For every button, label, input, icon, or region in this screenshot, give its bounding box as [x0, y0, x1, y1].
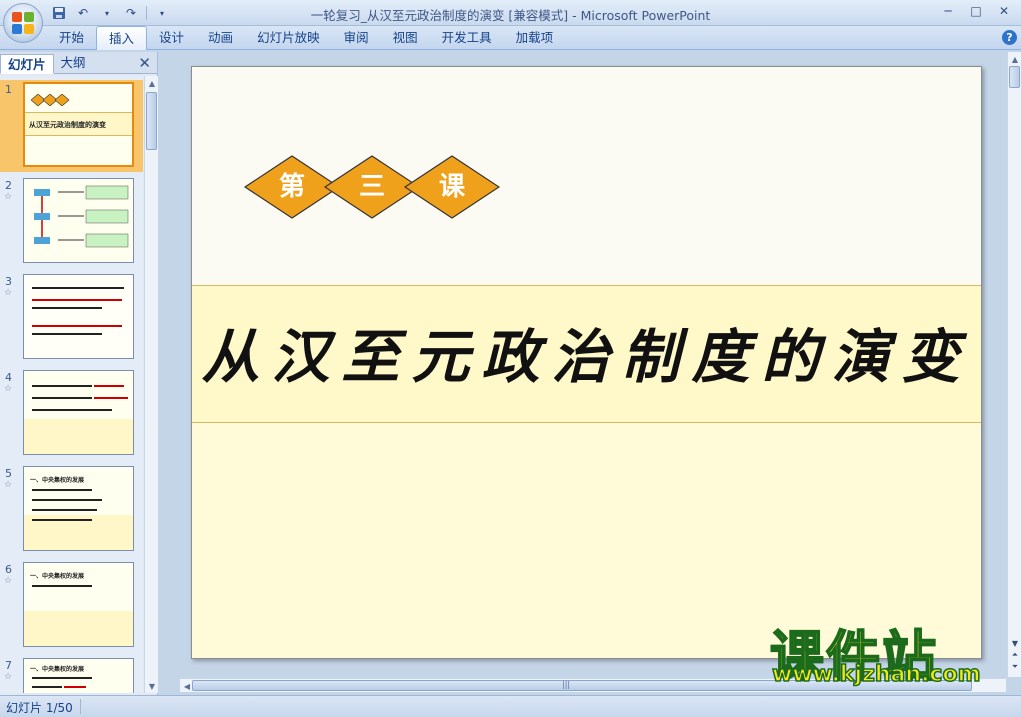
title-bar: ↶ ▾ ↷ ▾ 一轮复习_从汉至元政治制度的演变 [兼容模式] - Micros…	[0, 0, 1021, 26]
office-logo-icon	[12, 12, 34, 34]
slide-thumbnail-1[interactable]: 1 从汉至元政治制度的演变	[0, 80, 143, 172]
scroll-down-icon[interactable]: ▼	[145, 679, 159, 693]
panel-close-icon[interactable]: ✕	[138, 54, 151, 72]
slide-thumbnail-5[interactable]: 5 ☆ 一、中央集权的发展	[0, 464, 143, 556]
slide-canvas[interactable]: 第 三 课 从汉至元政治制度的演变	[191, 66, 982, 659]
transition-star-icon: ☆	[4, 192, 13, 202]
thumbnail-preview: 从汉至元政治制度的演变	[23, 82, 134, 167]
transition-star-icon: ☆	[4, 672, 13, 682]
ribbon-tabs: 开始 插入 设计 动画 幻灯片放映 审阅 视图 开发工具 加载项	[47, 26, 565, 50]
thumbnail-preview: 一、中央集权的发展	[23, 658, 134, 693]
tab-design[interactable]: 设计	[147, 26, 196, 50]
thumbnail-preview	[23, 178, 134, 263]
scrollbar-thumb[interactable]	[1009, 66, 1020, 88]
tab-review[interactable]: 审阅	[332, 26, 381, 50]
ribbon-tab-bar: 开始 插入 设计 动画 幻灯片放映 审阅 视图 开发工具 加载项 ?	[0, 26, 1021, 50]
window-title: 一轮复习_从汉至元政治制度的演变 [兼容模式] - Microsoft Powe…	[310, 8, 711, 23]
maximize-icon[interactable]: □	[963, 2, 989, 20]
slide-number: 3	[5, 275, 12, 288]
office-button[interactable]	[3, 3, 43, 43]
previous-slide-icon[interactable]: ⏶	[1008, 649, 1021, 661]
slide-number: 1	[5, 83, 12, 96]
scroll-up-icon[interactable]: ▲	[145, 76, 159, 90]
tab-insert[interactable]: 插入	[96, 26, 148, 50]
transition-star-icon: ☆	[4, 576, 13, 586]
help-icon[interactable]: ?	[1002, 30, 1017, 45]
slide-thumbnail-2[interactable]: 2 ☆	[0, 176, 143, 268]
minimize-icon[interactable]: ─	[935, 2, 961, 20]
status-divider	[80, 699, 81, 714]
diamond-label: 课	[438, 172, 465, 202]
slide-editor: 第 三 课 从汉至元政治制度的演变 ▲ ▼ ⏶ ⏷ ◀ |||	[160, 52, 1021, 695]
editor-vertical-scrollbar[interactable]: ▲ ▼ ⏶ ⏷	[1007, 52, 1021, 677]
tab-home[interactable]: 开始	[47, 26, 96, 50]
thumbnail-heading: 一、中央集权的发展	[30, 666, 85, 673]
window-controls: ─ □ ✕	[935, 2, 1017, 20]
diamond-shape-3[interactable]: 课	[404, 155, 500, 219]
thumbnail-heading: 一、中央集权的发展	[30, 573, 85, 580]
tab-addins[interactable]: 加载项	[504, 26, 566, 50]
thumbnail-preview: 一、中央集权的发展	[23, 466, 134, 551]
close-icon[interactable]: ✕	[991, 2, 1017, 20]
slide-number: 2	[5, 179, 12, 192]
grip-icon: |||	[562, 680, 571, 689]
slide-thumbnail-3[interactable]: 3 ☆	[0, 272, 143, 364]
slide-number: 4	[5, 371, 12, 384]
slide-counter: 幻灯片 1/50	[6, 701, 73, 715]
tab-slides[interactable]: 幻灯片	[0, 54, 54, 74]
tab-view[interactable]: 视图	[381, 26, 430, 50]
slide-thumbnail-6[interactable]: 6 ☆ 一、中央集权的发展	[0, 560, 143, 652]
slide-thumbnail-7[interactable]: 7 ☆ 一、中央集权的发展	[0, 656, 143, 693]
transition-star-icon: ☆	[4, 480, 13, 490]
slide-number: 6	[5, 563, 12, 576]
panel-tabs: 幻灯片 大纲 ✕	[0, 52, 157, 74]
slides-panel: 幻灯片 大纲 ✕ 1 从汉至元政治制度的演变 2 ☆ 3 ☆ 4 ☆ 5 ☆ 一…	[0, 52, 158, 695]
transition-star-icon: ☆	[4, 384, 13, 394]
slide-title[interactable]: 从汉至元政治制度的演变	[192, 310, 981, 394]
thumbnail-title: 从汉至元政治制度的演变	[29, 121, 106, 129]
scroll-up-icon[interactable]: ▲	[1008, 52, 1021, 66]
thumbnail-preview	[23, 370, 134, 455]
scrollbar-thumb[interactable]	[146, 92, 157, 150]
tab-developer[interactable]: 开发工具	[430, 26, 504, 50]
thumbnail-list: 1 从汉至元政治制度的演变 2 ☆ 3 ☆ 4 ☆ 5 ☆ 一、中央集权的发展 …	[0, 76, 143, 693]
transition-star-icon: ☆	[4, 288, 13, 298]
thumbnail-preview	[23, 274, 134, 359]
slide-thumbnail-4[interactable]: 4 ☆	[0, 368, 143, 460]
scroll-down-icon[interactable]: ▼	[1008, 637, 1021, 649]
slide-number: 5	[5, 467, 12, 480]
diamonds-mini-icon	[31, 94, 70, 106]
thumbnail-scrollbar[interactable]: ▲ ▼	[144, 76, 158, 693]
status-bar: 幻灯片 1/50	[0, 695, 1021, 717]
tab-slideshow[interactable]: 幻灯片放映	[245, 26, 332, 50]
thumbnail-preview: 一、中央集权的发展	[23, 562, 134, 647]
scroll-nav-buttons: ▼ ⏶ ⏷	[1008, 637, 1021, 673]
slide-bottom-area	[192, 423, 981, 658]
tab-animations[interactable]: 动画	[196, 26, 245, 50]
tab-outline[interactable]: 大纲	[54, 53, 93, 73]
next-slide-icon[interactable]: ⏷	[1008, 661, 1021, 673]
scrollbar-thumb[interactable]	[192, 680, 972, 691]
flow-diagram-mini	[34, 185, 129, 248]
slide-number: 7	[5, 659, 12, 672]
thumbnail-heading: 一、中央集权的发展	[30, 477, 85, 484]
editor-horizontal-scrollbar[interactable]: ◀ |||	[180, 678, 1006, 692]
